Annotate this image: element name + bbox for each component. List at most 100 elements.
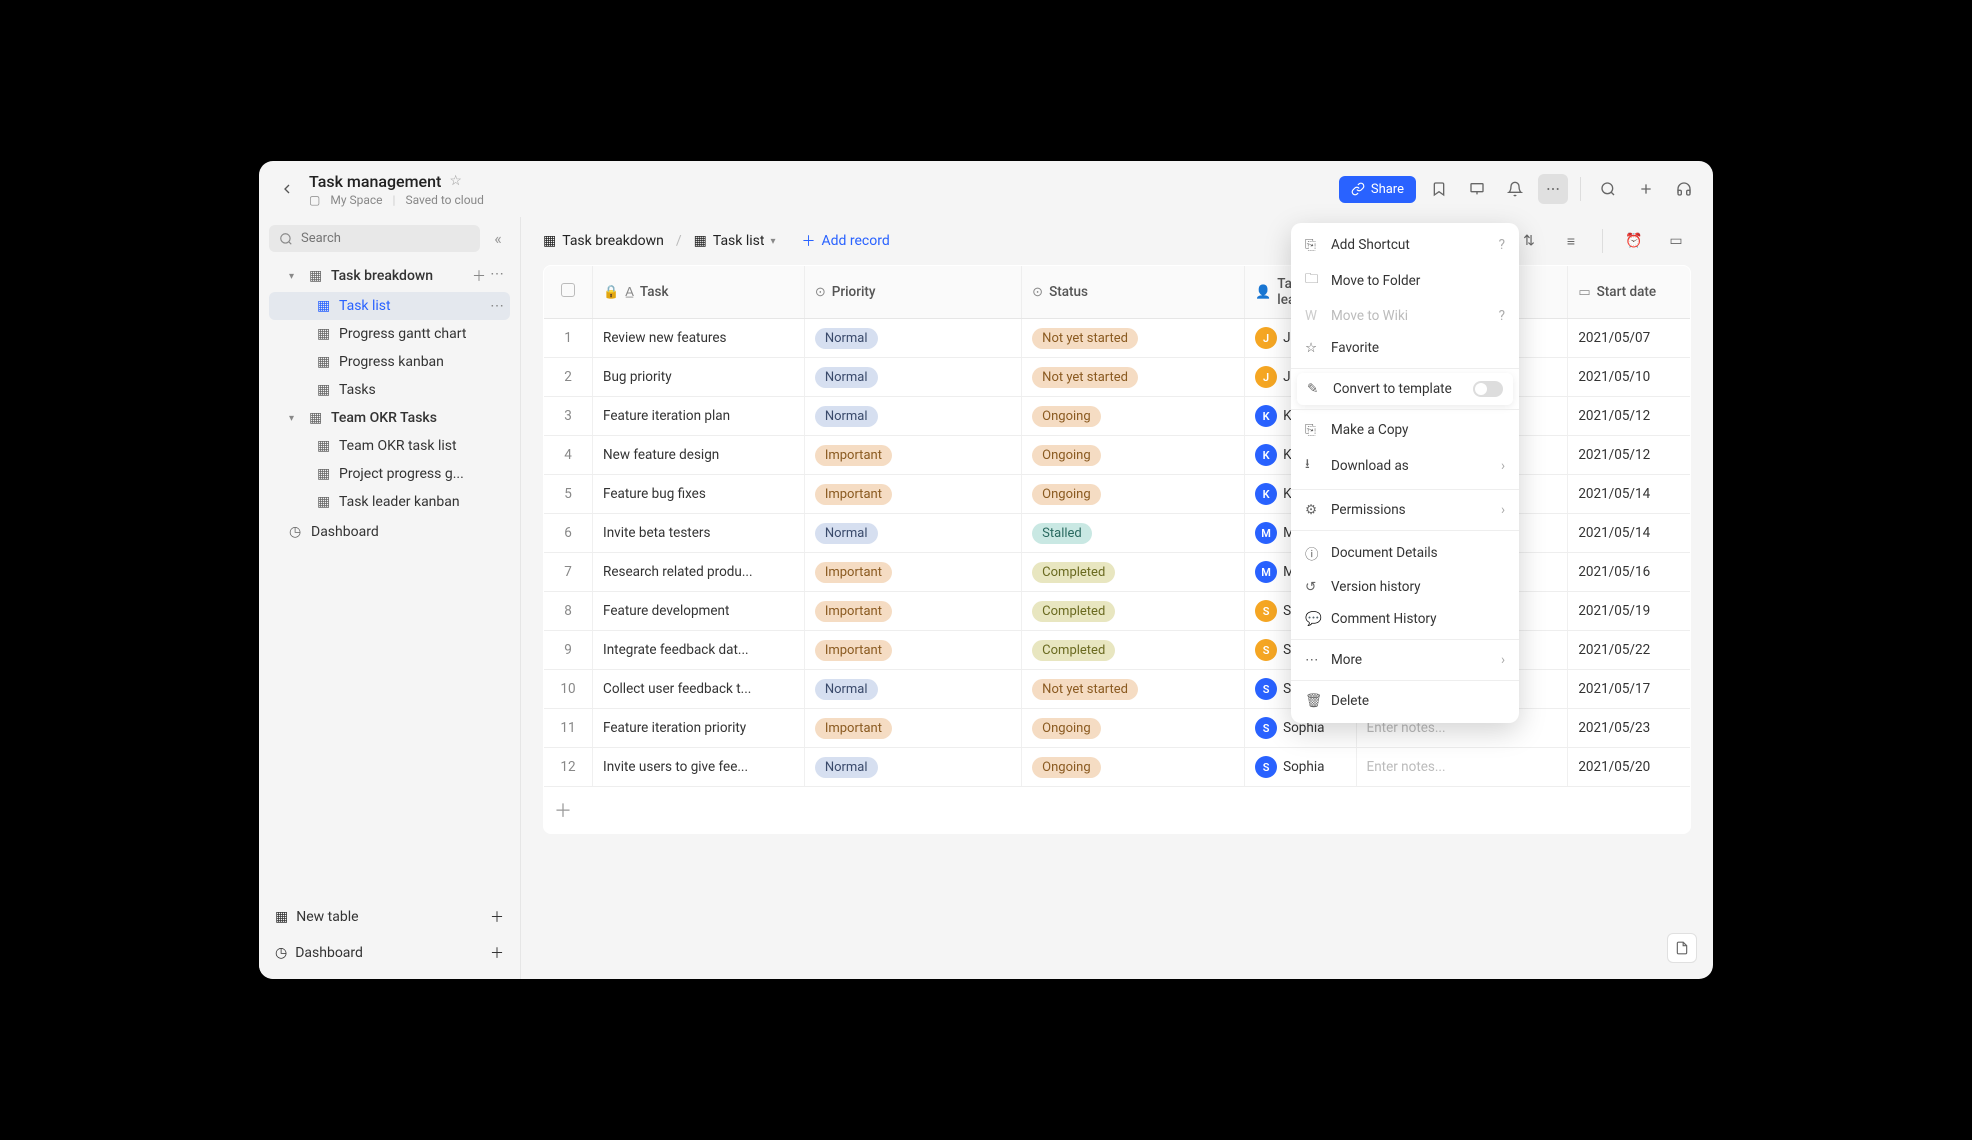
task-cell[interactable]: Review new features [593, 319, 805, 358]
priority-cell[interactable]: Normal [804, 748, 1021, 787]
priority-cell[interactable]: Normal [804, 514, 1021, 553]
menu-favorite[interactable]: ☆Favorite [1291, 332, 1519, 364]
search-input[interactable] [301, 231, 470, 246]
task-cell[interactable]: Collect user feedback t... [593, 670, 805, 709]
row-height-icon[interactable]: ≡ [1556, 226, 1586, 256]
priority-cell[interactable]: Important [804, 709, 1021, 748]
search-icon[interactable] [1593, 174, 1623, 204]
sidebar-item[interactable]: ▦Progress kanban [269, 348, 510, 376]
priority-cell[interactable]: Normal [804, 397, 1021, 436]
plus-icon[interactable]: ＋ [472, 266, 486, 286]
sidebar-item[interactable]: ▦Task list⋯ [269, 292, 510, 320]
priority-cell[interactable]: Important [804, 553, 1021, 592]
task-cell[interactable]: Invite beta testers [593, 514, 805, 553]
sidebar-group[interactable]: ▾▦Team OKR Tasks [269, 404, 510, 432]
date-cell[interactable]: 2021/05/10 [1568, 358, 1691, 397]
priority-cell[interactable]: Important [804, 592, 1021, 631]
status-cell[interactable]: Ongoing [1022, 475, 1245, 514]
priority-cell[interactable]: Important [804, 436, 1021, 475]
priority-cell[interactable]: Important [804, 631, 1021, 670]
sidebar-item[interactable]: ▦Task leader kanban [269, 488, 510, 516]
menu-doc-details[interactable]: ⓘDocument Details [1291, 535, 1519, 571]
menu-convert-template[interactable]: ✎Convert to template [1297, 373, 1513, 405]
date-cell[interactable]: 2021/05/07 [1568, 319, 1691, 358]
sidebar-item[interactable]: ▦Team OKR task list [269, 432, 510, 460]
date-cell[interactable]: 2021/05/14 [1568, 475, 1691, 514]
leader-cell[interactable]: SSophia [1245, 748, 1356, 787]
status-cell[interactable]: Not yet started [1022, 358, 1245, 397]
date-cell[interactable]: 2021/05/19 [1568, 592, 1691, 631]
sidebar-item[interactable]: ▦Tasks [269, 376, 510, 404]
priority-cell[interactable]: Normal [804, 319, 1021, 358]
crumb-view[interactable]: ▦ Task list ▾ [694, 233, 776, 249]
menu-version-history[interactable]: ↺Version history [1291, 571, 1519, 603]
status-cell[interactable]: Completed [1022, 592, 1245, 631]
menu-make-copy[interactable]: ⎘Make a Copy [1291, 414, 1519, 446]
status-cell[interactable]: Ongoing [1022, 397, 1245, 436]
search-input-wrap[interactable] [269, 225, 480, 252]
sidebar-group[interactable]: ▾▦Task breakdown＋⋯ [269, 260, 510, 292]
collapse-sidebar-icon[interactable]: « [486, 227, 510, 251]
task-cell[interactable]: Feature development [593, 592, 805, 631]
date-cell[interactable]: 2021/05/20 [1568, 748, 1691, 787]
task-cell[interactable]: Feature iteration priority [593, 709, 805, 748]
status-cell[interactable]: Ongoing [1022, 748, 1245, 787]
status-cell[interactable]: Not yet started [1022, 319, 1245, 358]
reminder-icon[interactable]: ⏰ [1619, 226, 1649, 256]
task-cell[interactable]: Research related produ... [593, 553, 805, 592]
status-cell[interactable]: Completed [1022, 553, 1245, 592]
date-cell[interactable]: 2021/05/12 [1568, 397, 1691, 436]
priority-cell[interactable]: Normal [804, 358, 1021, 397]
star-icon[interactable]: ☆ [449, 173, 462, 189]
more-icon[interactable] [1538, 174, 1568, 204]
sidebar-item[interactable]: ▦Project progress g... [269, 460, 510, 488]
menu-move-folder[interactable]: 🗀Move to Folder [1291, 261, 1519, 300]
new-table-button[interactable]: ▦New table ＋ [269, 899, 510, 935]
menu-add-shortcut[interactable]: ⎘Add Shortcut? [1291, 229, 1519, 261]
priority-cell[interactable]: Important [804, 475, 1021, 514]
date-cell[interactable]: 2021/05/16 [1568, 553, 1691, 592]
sidebar-item[interactable]: ▦Progress gantt chart [269, 320, 510, 348]
card-icon[interactable]: ▭ [1661, 226, 1691, 256]
date-cell[interactable]: 2021/05/17 [1568, 670, 1691, 709]
bookmark-icon[interactable] [1424, 174, 1454, 204]
sidebar-dashboard[interactable]: ◷ Dashboard [269, 518, 510, 546]
status-cell[interactable]: Ongoing [1022, 436, 1245, 475]
plus-icon[interactable] [1631, 174, 1661, 204]
template-toggle[interactable] [1473, 381, 1503, 397]
status-cell[interactable]: Stalled [1022, 514, 1245, 553]
menu-delete[interactable]: 🗑Delete [1291, 685, 1519, 717]
menu-download[interactable]: ⭳Download as› [1291, 446, 1519, 485]
breadcrumb-space[interactable]: My Space [330, 193, 382, 207]
menu-more[interactable]: ⋯More› [1291, 644, 1519, 676]
notes-cell[interactable]: Enter notes... [1356, 748, 1568, 787]
date-cell[interactable]: 2021/05/14 [1568, 514, 1691, 553]
date-cell[interactable]: 2021/05/12 [1568, 436, 1691, 475]
add-record-button[interactable]: ＋Add record [802, 231, 890, 251]
present-icon[interactable] [1462, 174, 1492, 204]
dots-icon[interactable]: ⋯ [490, 266, 504, 286]
task-cell[interactable]: Invite users to give fee... [593, 748, 805, 787]
menu-permissions[interactable]: ⚙Permissions› [1291, 494, 1519, 526]
add-row[interactable]: ＋ [544, 787, 1691, 834]
bell-icon[interactable] [1500, 174, 1530, 204]
table-row[interactable]: 12 Invite users to give fee... Normal On… [544, 748, 1691, 787]
priority-cell[interactable]: Normal [804, 670, 1021, 709]
task-cell[interactable]: Feature iteration plan [593, 397, 805, 436]
task-cell[interactable]: Feature bug fixes [593, 475, 805, 514]
task-cell[interactable]: Bug priority [593, 358, 805, 397]
menu-comment-history[interactable]: 💬Comment History [1291, 603, 1519, 635]
back-button[interactable] [273, 175, 301, 203]
task-cell[interactable]: Integrate feedback dat... [593, 631, 805, 670]
dots-icon[interactable]: ⋯ [490, 298, 504, 314]
task-cell[interactable]: New feature design [593, 436, 805, 475]
status-cell[interactable]: Not yet started [1022, 670, 1245, 709]
crumb-table[interactable]: ▦ Task breakdown [543, 233, 664, 249]
date-cell[interactable]: 2021/05/22 [1568, 631, 1691, 670]
status-cell[interactable]: Completed [1022, 631, 1245, 670]
dashboard-button[interactable]: ◷Dashboard ＋ [269, 935, 510, 971]
date-cell[interactable]: 2021/05/23 [1568, 709, 1691, 748]
headphone-icon[interactable] [1669, 174, 1699, 204]
share-button[interactable]: Share [1339, 176, 1416, 203]
status-cell[interactable]: Ongoing [1022, 709, 1245, 748]
